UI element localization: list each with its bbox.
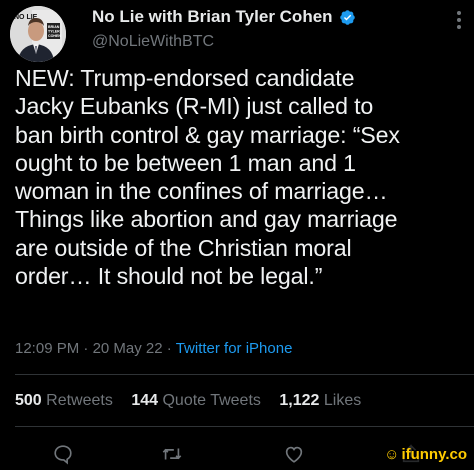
likes-count: 1,122 <box>279 392 320 409</box>
tweet-date[interactable]: 20 May 22 <box>93 340 163 357</box>
likes-label: Likes <box>323 392 362 409</box>
quote-tweets-label: Quote Tweets <box>162 392 261 409</box>
meta-separator: · <box>166 340 172 357</box>
retweets-label: Retweets <box>46 392 113 409</box>
ifunny-watermark: ☺ ifunny.co <box>380 445 471 464</box>
likes-stat[interactable]: 1,122 Likes <box>279 392 361 409</box>
watermark-smile-icon: ☺ <box>384 446 400 463</box>
avatar-logo-line-3: COHEN <box>48 34 61 38</box>
tweet-time[interactable]: 12:09 PM <box>15 340 79 357</box>
divider <box>15 374 474 375</box>
avatar[interactable]: NO LIE BRIAN TYLER COHEN <box>10 6 66 62</box>
tweet-source-link[interactable]: Twitter for iPhone <box>176 340 293 357</box>
quote-tweets-stat[interactable]: 144 Quote Tweets <box>131 392 265 409</box>
meta-separator: · <box>83 340 89 357</box>
avatar-image: NO LIE BRIAN TYLER COHEN <box>10 6 66 62</box>
watermark-text: ifunny.co <box>401 446 467 463</box>
divider <box>15 426 474 427</box>
more-vertical-icon[interactable] <box>456 10 462 30</box>
verified-badge-icon <box>339 9 356 26</box>
tweet-stats: 500 Retweets 144 Quote Tweets 1,122 Like… <box>15 392 375 410</box>
retweets-count: 500 <box>15 392 42 409</box>
author-handle[interactable]: @NoLieWithBTC <box>92 33 214 51</box>
avatar-logo-line-1: BRIAN <box>48 25 60 29</box>
author-name-row[interactable]: No Lie with Brian Tyler Cohen <box>92 7 356 27</box>
avatar-logo-line-2: TYLER <box>48 30 60 34</box>
retweets-stat[interactable]: 500 Retweets <box>15 392 117 409</box>
tweet-text: NEW: Trump-endorsed candidate Jacky Euba… <box>15 65 400 290</box>
author-display-name[interactable]: No Lie with Brian Tyler Cohen <box>92 7 333 27</box>
tweet-metadata: 12:09 PM · 20 May 22 · Twitter for iPhon… <box>15 340 292 357</box>
quote-tweets-count: 144 <box>131 392 159 409</box>
